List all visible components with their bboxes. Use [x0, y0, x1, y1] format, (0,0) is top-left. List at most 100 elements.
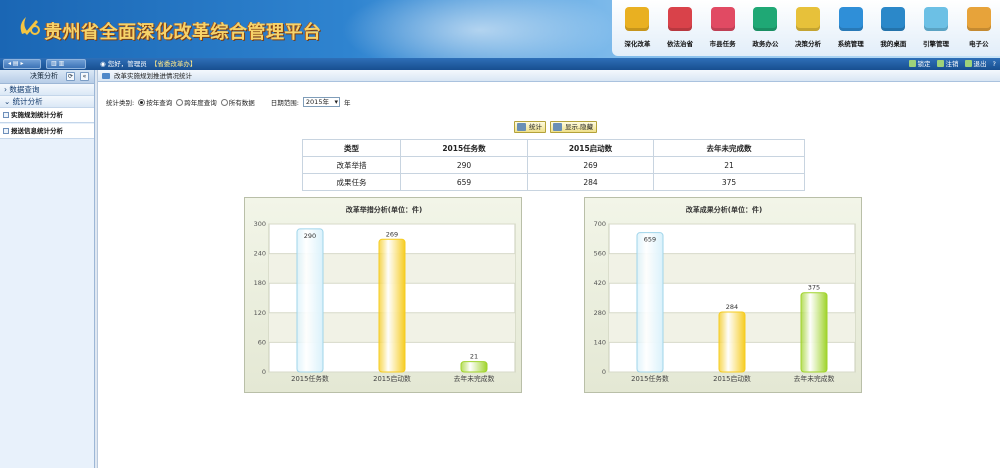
- y-tick-label: 60: [258, 338, 266, 346]
- table-cell: 改革举措: [302, 156, 401, 174]
- sidebar-group-data-query[interactable]: › 数据查询: [0, 84, 94, 96]
- greeting-text: 您好，管理员: [107, 60, 147, 68]
- y-tick-label: 240: [254, 250, 266, 258]
- chart-panel-results: 改革成果分析(单位：件) 0 140 280 420 560 700 659 2015任务数 28…: [584, 197, 862, 393]
- app-title: 贵州省全面深化改革综合管理平台: [44, 22, 322, 43]
- nav-label: 深化改革: [624, 40, 651, 48]
- stats-icon: [517, 123, 526, 131]
- sidebar: 决策分析 ⟳ « › 数据查询 ⌄ 统计分析 实施规划统计分析 报送信息统计分析: [0, 70, 95, 468]
- help-button[interactable]: ?: [993, 59, 996, 69]
- exit-button[interactable]: 退出: [964, 59, 987, 69]
- date-range-label: 日期范围:: [270, 99, 299, 107]
- y-tick-label: 300: [254, 220, 266, 228]
- x-category-label: 去年未完成数: [794, 374, 835, 383]
- table-header: 2015启动数: [527, 139, 654, 157]
- breadcrumb: 改革实施规划推进情况统计: [98, 70, 1000, 82]
- sidebar-group-statistics[interactable]: ⌄ 统计分析: [0, 96, 94, 108]
- bar: [296, 228, 324, 373]
- nav-item-2[interactable]: 市县任务: [701, 0, 744, 56]
- department-label: 【省委改革办】: [150, 60, 197, 68]
- y-tick-label: 140: [594, 338, 606, 346]
- item-icon: [3, 112, 9, 118]
- bar-value-label: 284: [726, 303, 738, 311]
- toggle-display-button[interactable]: 显示.隐藏: [550, 121, 598, 133]
- year-suffix: 年: [343, 99, 351, 107]
- user-greeting: ◉ 您好，管理员 【省委改革办】: [100, 59, 196, 69]
- radio-by-year[interactable]: 按年查询: [138, 97, 172, 107]
- table-cell: 659: [400, 173, 528, 191]
- toggle-icon: [553, 123, 562, 131]
- chart-title: 改革举措分析(单位：件): [346, 205, 422, 214]
- radio-label: 跨年度查询: [184, 99, 217, 107]
- menu-toggle-button[interactable]: ◂ ▤ ▸: [3, 59, 41, 69]
- nav-item-3[interactable]: 政务办公: [744, 0, 787, 56]
- bar: [800, 292, 828, 373]
- lock-button[interactable]: 锁定: [908, 59, 931, 69]
- y-tick-label: 560: [594, 250, 606, 258]
- year-select[interactable]: 2015年: [302, 97, 340, 107]
- table-header-row: 类型 2015任务数 2015启动数 去年未完成数: [302, 139, 805, 157]
- bar: [718, 311, 746, 373]
- lock-label: 锁定: [917, 60, 931, 68]
- table-header: 2015任务数: [400, 139, 528, 157]
- radio-all-data[interactable]: 所有数据: [220, 97, 255, 107]
- collapse-icon[interactable]: «: [80, 72, 89, 81]
- law-icon: [668, 7, 692, 31]
- table-cell: 成果任务: [302, 173, 401, 191]
- bar-chart-results: 改革成果分析(单位：件) 0 140 280 420 560 700 659 2015任务数 28…: [594, 205, 856, 383]
- sidebar-item-label: 实施规划统计分析: [11, 111, 63, 119]
- nav-item-5[interactable]: 系统管理: [829, 0, 872, 56]
- nav-item-0[interactable]: 深化改革: [616, 0, 659, 56]
- sidebar-header: 决策分析 ⟳ «: [0, 70, 94, 84]
- nav-item-4[interactable]: 决策分析: [787, 0, 830, 56]
- sidebar-title: 决策分析: [30, 72, 58, 80]
- desktop-icon: [881, 7, 906, 31]
- y-tick-label: 420: [594, 279, 606, 287]
- table-row: 成果任务 659 284 375: [302, 173, 805, 191]
- table-row: 改革举措 290 269 21: [302, 156, 805, 174]
- reform-icon: [625, 7, 650, 31]
- chart-title: 改革成果分析(单位：件): [686, 205, 762, 214]
- nav-label: 引擎管理: [923, 40, 950, 48]
- x-category-label: 2015任务数: [291, 374, 329, 383]
- y-tick-label: 700: [594, 220, 606, 228]
- nav-item-1[interactable]: 依法治省: [659, 0, 702, 56]
- sidebar-item-plan-statistics[interactable]: 实施规划统计分析: [0, 108, 94, 123]
- table-cell: 290: [400, 156, 528, 174]
- toggle-button-label: 显示.隐藏: [565, 123, 594, 131]
- main-content: 改革实施规划推进情况统计 统计类别: 按年查询 跨年度查询 所有数据 日期范围:…: [98, 70, 1000, 468]
- x-category-label: 2015启动数: [373, 374, 411, 383]
- radio-cross-year[interactable]: 跨年度查询: [176, 97, 217, 107]
- party-emblem-icon: [20, 17, 40, 35]
- nav-label: 市县任务: [709, 40, 736, 48]
- nav-item-6[interactable]: 我的桌面: [872, 0, 915, 56]
- app-header: 贵州省全面深化改革综合管理平台 深化改革 依法治省 市县任务 政务办公 决策分析 系统管理…: [0, 0, 1000, 58]
- radio-label: 按年查询: [146, 99, 173, 107]
- sidebar-item-report-statistics[interactable]: 报送信息统计分析: [0, 124, 94, 139]
- table-cell: 375: [653, 173, 805, 191]
- action-buttons: 统计 显示.隐藏: [514, 121, 598, 133]
- radio-icon: [220, 99, 228, 106]
- logout-label: 注销: [945, 60, 959, 68]
- stats-table: 类型 2015任务数 2015启动数 去年未完成数 改革举措 290 269 2…: [302, 139, 805, 191]
- y-tick-label: 0: [262, 368, 266, 376]
- workspace-button[interactable]: ▥ ▥: [46, 59, 86, 69]
- doc-icon: [966, 7, 991, 31]
- refresh-icon[interactable]: ⟳: [66, 72, 75, 81]
- bar-value-label: 290: [304, 232, 316, 240]
- y-tick-label: 120: [254, 309, 266, 317]
- mail-icon: [710, 7, 735, 31]
- nav-item-7[interactable]: 引擎管理: [915, 0, 958, 56]
- chart-panel-measures: 改革举措分析(单位：件) 0 60 120 180 240 300 290 2015任务数 269…: [244, 197, 522, 393]
- y-tick-label: 180: [254, 279, 266, 287]
- stats-button[interactable]: 统计: [514, 121, 546, 133]
- lock-icon: [908, 60, 916, 67]
- breadcrumb-text: 改革实施规划推进情况统计: [114, 72, 192, 80]
- bar-value-label: 21: [470, 353, 478, 361]
- nav-item-8[interactable]: 电子公: [957, 0, 1000, 56]
- session-actions: 锁定 注销 退出 ?: [908, 59, 996, 69]
- item-icon: [3, 128, 9, 134]
- bar: [460, 361, 488, 373]
- nav-label: 政务办公: [752, 40, 779, 48]
- logout-button[interactable]: 注销: [936, 59, 959, 69]
